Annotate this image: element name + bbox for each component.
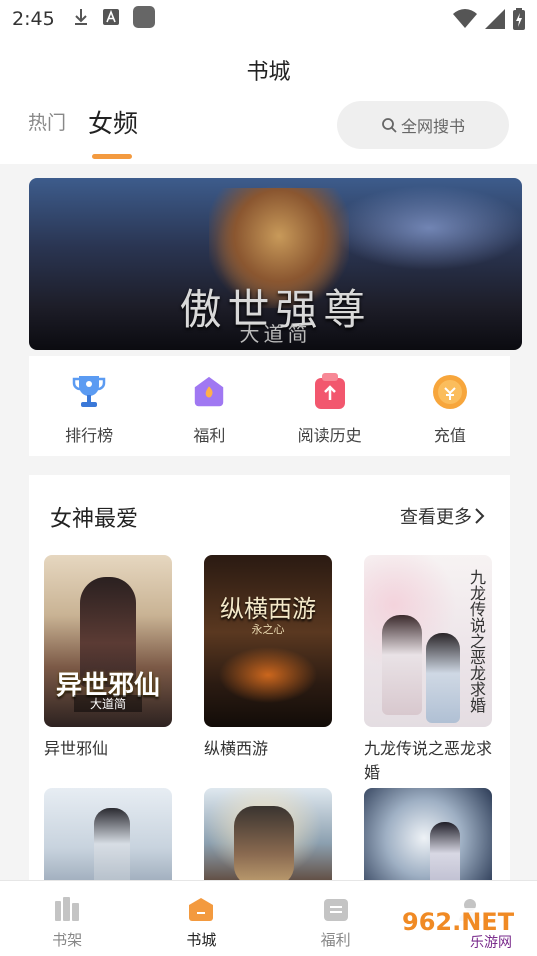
status-bar: 2:45 [0, 0, 537, 38]
book-title: 纵横西游 [204, 739, 269, 758]
tab-female[interactable]: 女频 [88, 104, 138, 140]
quick-link-recharge[interactable]: 充值 [390, 356, 510, 456]
book-card[interactable] [44, 788, 172, 888]
search-button-label: 全网搜书 [400, 117, 465, 136]
goddess-favorites-section: 女神最爱 查看更多 异世邪仙 大道简 异世邪仙 纵横西游 永之心 纵横西游 九龙… [29, 475, 510, 895]
book-cover [204, 788, 332, 888]
nav-label: 书架 [52, 931, 83, 949]
view-more-link[interactable]: 查看更多 [400, 503, 486, 529]
nav-label: 书城 [186, 931, 217, 949]
cover-author: 大道简 [74, 695, 142, 712]
cover-author: 永之心 [251, 623, 285, 636]
book-cover: 异世邪仙 大道简 [44, 555, 172, 727]
quick-links: 排行榜 福利 阅读历史 充值 [29, 356, 510, 456]
cover-title: 九龙传说之恶龙求婚 [467, 569, 486, 713]
nav-label: 福利 [320, 931, 351, 949]
quick-link-label: 排行榜 [65, 426, 114, 445]
cellular-signal-icon [485, 9, 505, 33]
cover-title: 纵横西游 [220, 595, 316, 623]
section-title: 女神最爱 [50, 507, 139, 532]
nav-welfare[interactable]: 福利 [269, 881, 403, 956]
book-cover [44, 788, 172, 888]
book-title: 九龙传说之恶龙求婚 [364, 739, 493, 782]
cover-figure [430, 822, 460, 888]
status-time: 2:45 [12, 8, 55, 30]
cover-figure [94, 808, 130, 888]
book-title: 异世邪仙 [44, 739, 109, 758]
book-card[interactable]: 九龙传说之恶龙求婚 九龙传说之恶龙求婚 [364, 555, 492, 785]
site-watermark: 962.NET 乐游网 [398, 908, 532, 954]
quick-link-welfare[interactable]: 福利 [149, 356, 269, 456]
tab-active-indicator [92, 154, 132, 159]
download-icon [73, 7, 89, 31]
chevron-right-icon [475, 508, 485, 524]
bookstore-icon [189, 898, 214, 921]
coin-icon [432, 374, 468, 410]
quick-link-ranking[interactable]: 排行榜 [29, 356, 149, 456]
quick-link-label: 充值 [433, 426, 466, 445]
book-cover [364, 788, 492, 888]
status-indicators [453, 8, 525, 34]
promo-banner[interactable]: 傲世强尊 大道简 [29, 178, 522, 350]
app-square-icon [132, 6, 155, 32]
tab-hot[interactable]: 热门 [28, 108, 66, 135]
bookshelf-icon [55, 897, 80, 921]
welfare-icon [323, 899, 348, 921]
quick-link-label: 阅读历史 [297, 426, 362, 445]
watermark-site: 乐游网 [470, 935, 512, 951]
quick-link-label: 福利 [193, 426, 226, 445]
nav-bookshelf[interactable]: 书架 [0, 881, 134, 956]
search-button[interactable]: 全网搜书 [337, 101, 509, 149]
cover-figure [234, 806, 294, 886]
book-cover: 九龙传说之恶龙求婚 [364, 555, 492, 727]
nav-bookstore[interactable]: 书城 [134, 881, 268, 956]
app-notification-icon [102, 9, 119, 29]
gift-icon [191, 374, 227, 410]
trophy-icon [71, 374, 107, 410]
quick-link-history[interactable]: 阅读历史 [270, 356, 390, 456]
cover-figure [382, 615, 422, 715]
book-cover: 纵横西游 永之心 [204, 555, 332, 727]
page-title: 书城 [246, 60, 291, 85]
book-card[interactable]: 纵横西游 永之心 纵横西游 [204, 555, 332, 761]
book-card[interactable] [364, 788, 492, 888]
battery-charging-icon [513, 8, 525, 34]
book-card[interactable]: 异世邪仙 大道简 异世邪仙 [44, 555, 172, 761]
header: 书城 热门 女频 全网搜书 [0, 38, 537, 164]
banner-subtitle: 大道简 [239, 322, 312, 346]
book-card[interactable] [204, 788, 332, 888]
view-more-label: 查看更多 [400, 507, 472, 528]
wifi-icon [453, 9, 477, 33]
history-icon [312, 373, 348, 410]
search-icon [382, 118, 397, 133]
